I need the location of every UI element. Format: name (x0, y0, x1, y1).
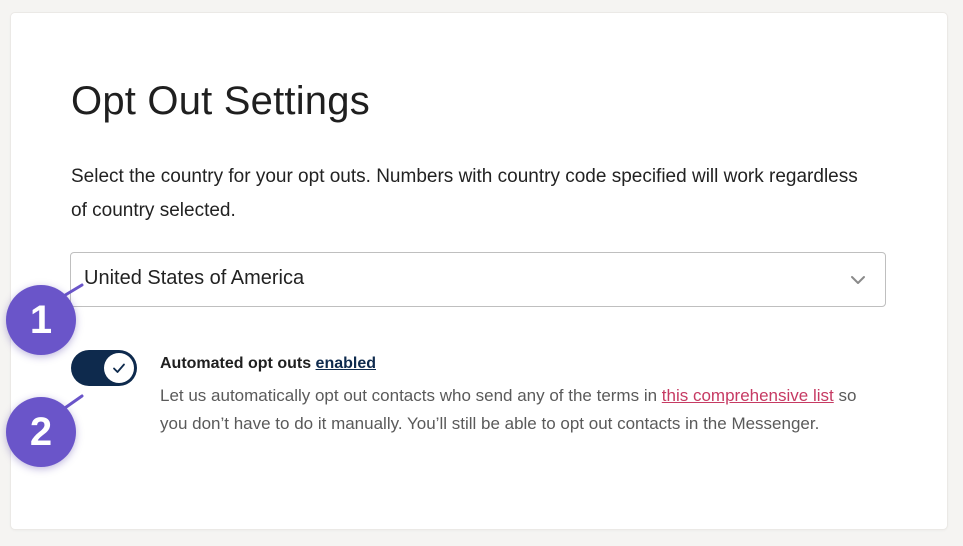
annotation-badge-2: 2 (6, 397, 76, 467)
annotation-badge-1: 1 (6, 285, 76, 355)
annotation-connectors (60, 283, 84, 412)
